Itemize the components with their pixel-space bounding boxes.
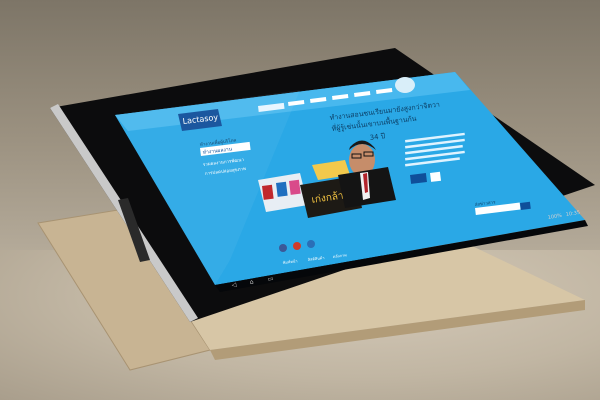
tablet-scene: Lactasoy ทำงานสอนชนเรียนมายังสูงกว่าจิตว… bbox=[37, 48, 595, 371]
youtube-icon[interactable] bbox=[293, 242, 301, 250]
facebook-icon[interactable] bbox=[279, 244, 287, 252]
small-badge-2 bbox=[429, 171, 442, 182]
subscribe-button[interactable] bbox=[520, 201, 531, 210]
award-icon bbox=[395, 77, 415, 93]
share-icon[interactable] bbox=[307, 240, 315, 248]
recent-apps-icon[interactable]: ▭ bbox=[267, 275, 274, 283]
